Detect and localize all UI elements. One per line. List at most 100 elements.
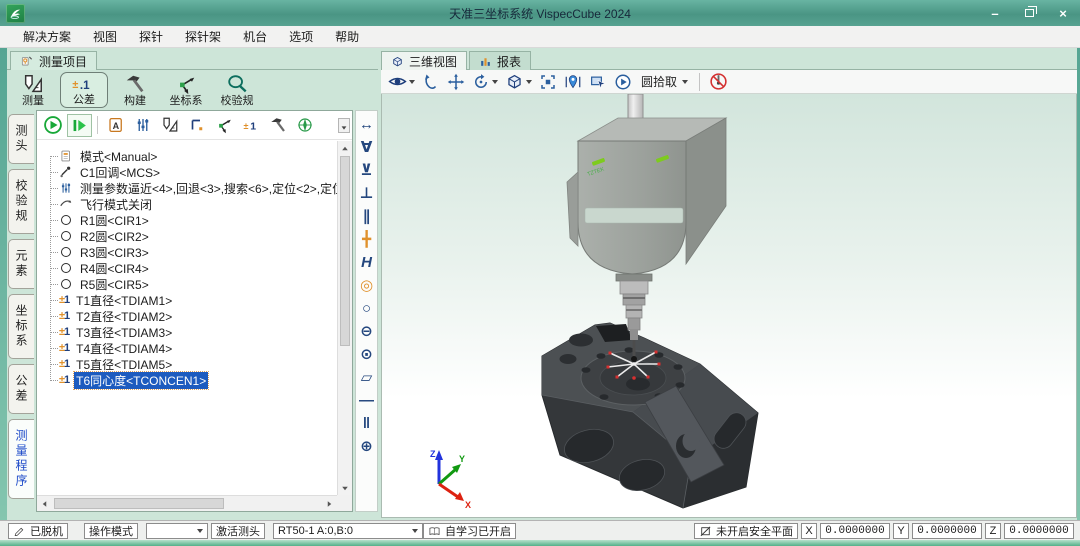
circle-icon xyxy=(61,231,71,241)
scroll-down-button[interactable] xyxy=(338,481,352,495)
tree-item-label: 模式<Manual> xyxy=(78,148,159,165)
auto-run-button[interactable] xyxy=(614,73,632,91)
tree-item[interactable]: ±1T1直径<TDIAM1> xyxy=(37,292,337,308)
scrollbar-thumb[interactable] xyxy=(54,498,224,509)
step-run-button[interactable] xyxy=(67,114,92,137)
visibility-button[interactable] xyxy=(388,72,415,91)
rotate-view-button[interactable] xyxy=(472,73,498,91)
ribbon-construct-button[interactable]: 构建 xyxy=(111,72,159,108)
side-tab-strip: 测头 校验规 元素 坐标系 公差 测量程序 xyxy=(8,114,36,499)
tree-item[interactable]: ±1T4直径<TDIAM4> xyxy=(37,340,337,356)
probe-disable-button[interactable] xyxy=(709,72,728,91)
tab-report[interactable]: 报表 xyxy=(469,51,531,70)
menu-item-solution[interactable]: 解决方案 xyxy=(12,26,82,47)
side-tab-coordinate[interactable]: 坐标系 xyxy=(8,294,34,359)
arrow-up-icon xyxy=(342,146,348,150)
pan-button[interactable] xyxy=(447,73,465,91)
scroll-left-button[interactable] xyxy=(37,496,52,511)
tree-vertical-scrollbar[interactable] xyxy=(337,141,352,495)
scrollbar-thumb[interactable] xyxy=(340,156,350,346)
gdt-angle-between-icon[interactable]: ⊻ xyxy=(356,159,377,182)
tree-item[interactable]: 测量参数逼近<4>,回退<3>,搜索<6>,定位<2>,定位加<2>,测 xyxy=(37,180,337,196)
restore-button[interactable] xyxy=(1020,4,1038,22)
gdt-straightness-icon[interactable]: — xyxy=(356,389,377,412)
side-tab-elements[interactable]: 元素 xyxy=(8,239,34,289)
gdt-position-circle-icon[interactable]: ⊕ xyxy=(356,435,377,458)
tolerance-button[interactable] xyxy=(238,114,263,137)
scroll-up-button[interactable] xyxy=(338,141,352,155)
window-select-button[interactable] xyxy=(589,73,607,91)
measure-params-button[interactable] xyxy=(130,114,155,137)
operation-mode-dropdown[interactable] xyxy=(146,523,208,539)
tree-item[interactable]: 模式<Manual> xyxy=(37,148,337,164)
gdt-concentricity-icon[interactable]: ◎ xyxy=(356,274,377,297)
run-button[interactable] xyxy=(40,114,65,137)
tree-item[interactable]: R2圆<CIR2> xyxy=(37,228,337,244)
tree-item[interactable]: R3圆<CIR3> xyxy=(37,244,337,260)
menu-item-options[interactable]: 选项 xyxy=(278,26,324,47)
orbit-button[interactable] xyxy=(422,73,440,91)
gdt-distance-icon[interactable]: ↔ xyxy=(356,113,377,136)
menu-item-machine[interactable]: 机台 xyxy=(232,26,278,47)
construct-button[interactable] xyxy=(265,114,290,137)
menu-item-view[interactable]: 视图 xyxy=(82,26,128,47)
minimize-button[interactable]: – xyxy=(986,4,1004,22)
book-icon xyxy=(428,525,441,538)
gdt-flatness-icon[interactable]: ▱ xyxy=(356,366,377,389)
window-title: 天准三坐标系统 VispecCube 2024 xyxy=(449,5,631,22)
chevron-down-icon xyxy=(682,80,688,84)
program-tree: 模式<Manual> C1回调<MCS> 测量参数逼近<4>,回退<3>,搜索<… xyxy=(37,141,337,495)
gdt-parallelism-icon[interactable]: ∥ xyxy=(356,205,377,228)
side-tab-tolerance[interactable]: 公差 xyxy=(8,364,34,414)
side-tab-program[interactable]: 测量程序 xyxy=(8,419,34,499)
edit-text-button[interactable] xyxy=(103,114,128,137)
ribbon-tolerance-button[interactable]: 公差 xyxy=(60,72,108,108)
tree-item[interactable]: ±1T2直径<TDIAM2> xyxy=(37,308,337,324)
ribbon-measure-button[interactable]: 测量 xyxy=(9,72,57,108)
tree-item[interactable]: R4圆<CIR4> xyxy=(37,260,337,276)
menu-item-help[interactable]: 帮助 xyxy=(324,26,370,47)
ribbon-tolerance-label: 公差 xyxy=(73,94,95,106)
tree-item[interactable]: 飞行模式关闭 xyxy=(37,196,337,212)
offline-status: 已脱机 xyxy=(8,523,68,539)
corner-point-button[interactable] xyxy=(184,114,209,137)
gdt-roundness-icon[interactable]: ○ xyxy=(356,297,377,320)
gdt-diameter-icon[interactable]: ⊖ xyxy=(356,320,377,343)
side-tab-probe[interactable]: 测头 xyxy=(8,114,34,164)
gdt-perpendicularity-icon[interactable]: ⊥ xyxy=(356,182,377,205)
locate-button[interactable] xyxy=(564,73,582,91)
operation-mode-text: 操作模式 xyxy=(89,523,133,539)
tree-item[interactable]: ±1T3直径<TDIAM3> xyxy=(37,324,337,340)
pick-mode-dropdown[interactable]: 圆拾取 xyxy=(639,73,690,90)
tab-measure-project[interactable]: 测量项目 xyxy=(10,51,97,70)
select-window-icon xyxy=(589,73,607,91)
toolbar-overflow-button[interactable] xyxy=(338,118,350,133)
tree-item[interactable]: C1回调<MCS> xyxy=(37,164,337,180)
menu-item-probe[interactable]: 探针 xyxy=(128,26,174,47)
viewport-3d[interactable]: TZTEK Z Y X xyxy=(381,94,1077,518)
scroll-right-button[interactable] xyxy=(322,496,337,511)
close-button[interactable]: × xyxy=(1054,4,1072,22)
side-tab-gauge[interactable]: 校验规 xyxy=(8,169,34,234)
tab-3d-view[interactable]: 三维视图 xyxy=(381,51,467,70)
fit-view-button[interactable] xyxy=(539,73,557,91)
coordinate-button[interactable] xyxy=(211,114,236,137)
gdt-parallel-lines-icon[interactable]: ‖ xyxy=(356,412,377,435)
gdt-position-icon[interactable]: ╋ xyxy=(356,228,377,251)
view-cube-button[interactable] xyxy=(505,72,532,91)
active-probe-dropdown[interactable]: RT50-1 A:0,B:0 xyxy=(273,523,423,539)
measure-element-button[interactable] xyxy=(157,114,182,137)
ribbon-gauge-button[interactable]: 校验规 xyxy=(213,72,261,108)
tree-item[interactable]: R1圆<CIR1> xyxy=(37,212,337,228)
ribbon-coordinate-button[interactable]: 坐标系 xyxy=(162,72,210,108)
tree-item-selected[interactable]: ±1T6同心度<TCONCEN1> xyxy=(37,372,337,388)
tree-item[interactable]: R5圆<CIR5> xyxy=(37,276,337,292)
tree-item[interactable]: ±1T5直径<TDIAM5> xyxy=(37,356,337,372)
menu-item-probe-rack[interactable]: 探针架 xyxy=(174,26,232,47)
gdt-profile-icon[interactable]: H xyxy=(356,251,377,274)
gdt-angle-icon[interactable]: ∀ xyxy=(356,136,377,159)
tree-item-label: 测量参数逼近<4>,回退<3>,搜索<6>,定位<2>,定位加<2>,测 xyxy=(78,180,337,197)
gdt-runout-icon[interactable]: ⊙ xyxy=(356,343,377,366)
tree-horizontal-scrollbar[interactable] xyxy=(37,495,337,511)
navigate-button[interactable] xyxy=(292,114,317,137)
